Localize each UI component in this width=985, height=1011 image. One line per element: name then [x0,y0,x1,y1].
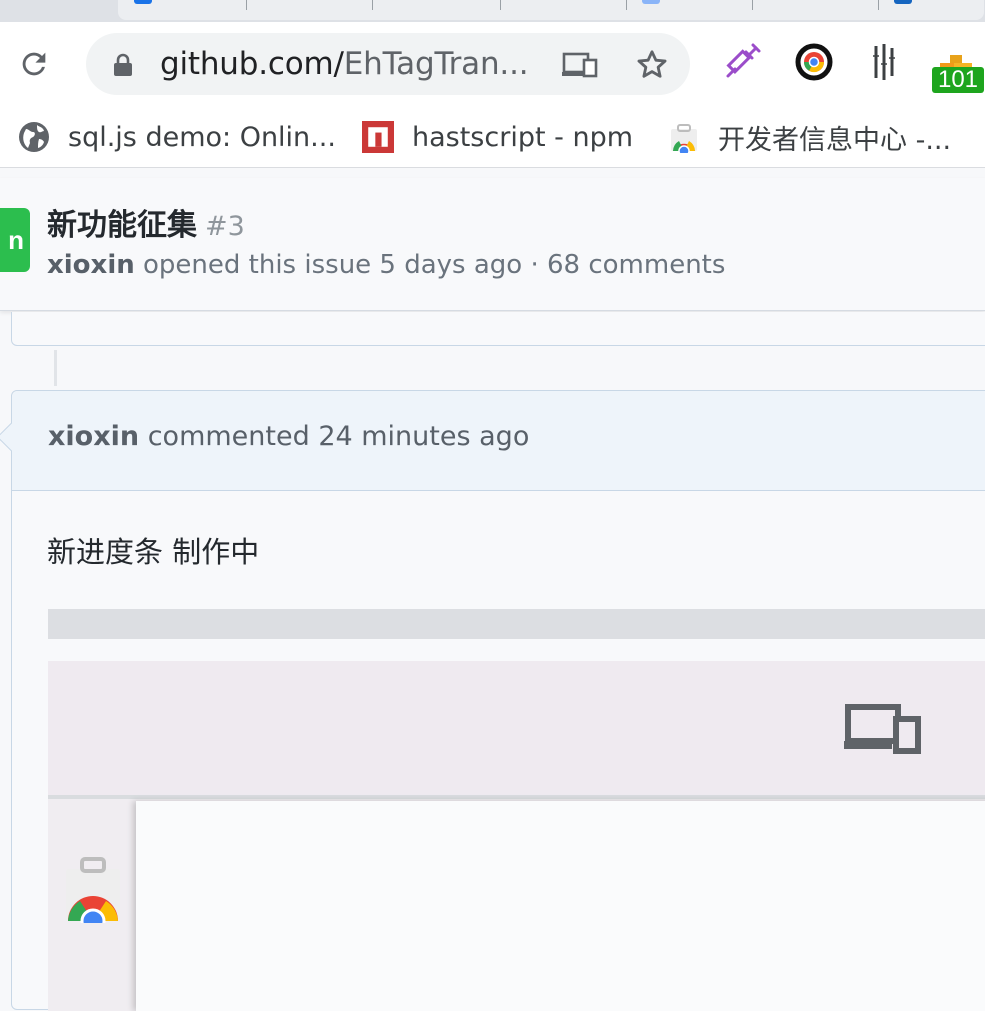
cast-icon [844,704,921,754]
issue-state-badge: n [0,208,30,272]
embedded-popup-panel [136,801,985,1011]
extension-badge: 101 [932,67,984,93]
tab-favicon [134,0,152,4]
bookmarks-bar: sql.js demo: Onlin... hastscript - npm 开… [0,106,985,168]
reload-icon [22,52,46,76]
bookmark-label: hastscript - npm [412,121,634,153]
tab-strip [0,0,985,22]
comment-header: xioxin commented 24 minutes ago [12,391,985,491]
comment-box: xioxin commented 24 minutes ago 新进度条 制作中 [0,390,985,1011]
issue-page: n 新功能征集 #3 xioxin opened this issue 5 day… [0,178,985,1011]
bookmark-sqljs[interactable]: sql.js demo: Onlin... [18,117,336,157]
comment-author-link[interactable]: xioxin [48,421,139,452]
tab-divider [246,0,247,10]
npm-icon [362,121,394,153]
previous-comment [11,312,985,346]
browser-toolbar: github.com/EhTagTran... [0,22,985,106]
chrome-sync-extension-button[interactable] [792,40,836,84]
chrome-webstore-icon [668,121,700,153]
comment-timestamp-link[interactable]: commented 24 minutes ago [139,421,530,452]
bamboo-icon [873,44,895,80]
address-bar[interactable]: github.com/EhTagTran... [86,33,690,95]
issue-number: #3 [205,211,245,242]
chrome-webstore-icon [66,857,120,923]
embedded-screenshot [48,661,985,1011]
embedded-toolbar [48,661,985,799]
url-text[interactable]: github.com/EhTagTran... [160,45,529,83]
tab-favicon [894,0,912,4]
issue-sticky-header: n 新功能征集 #3 xioxin opened this issue 5 day… [0,178,985,311]
tab-divider [878,0,879,10]
tab-divider [752,0,753,10]
bookmark-label: 开发者信息中心 -... [718,124,952,156]
bamboo-extension-button[interactable] [864,40,908,84]
issue-title: 新功能征集 #3 [47,208,245,243]
bookmark-label: sql.js demo: Onlin... [68,121,336,153]
timeline-line [54,350,57,386]
bookmark-star-icon[interactable] [634,47,670,83]
syringe-extension-button[interactable] [720,40,764,84]
cast-icon[interactable] [562,51,598,79]
comment-meta: xioxin commented 24 minutes ago [48,421,529,452]
chrome-sync-icon [795,43,833,81]
progress-bar [48,609,985,639]
syringe-icon [726,43,761,78]
globe-icon [18,121,50,153]
tab-divider [372,0,373,10]
bookmark-developer-dashboard[interactable]: 开发者信息中心 -... [668,117,951,157]
tab-divider [626,0,627,10]
tab-row[interactable] [118,0,984,20]
bookmark-hastscript[interactable]: hastscript - npm [362,117,633,157]
issue-author-link[interactable]: xioxin [47,250,135,280]
tab-divider [500,0,501,10]
lock-icon[interactable] [112,53,134,77]
comment-body: 新进度条 制作中 [47,535,260,569]
tab-favicon [642,0,660,4]
issue-meta: xioxin opened this issue 5 days ago · 68… [47,250,726,280]
reload-button[interactable] [14,44,54,84]
